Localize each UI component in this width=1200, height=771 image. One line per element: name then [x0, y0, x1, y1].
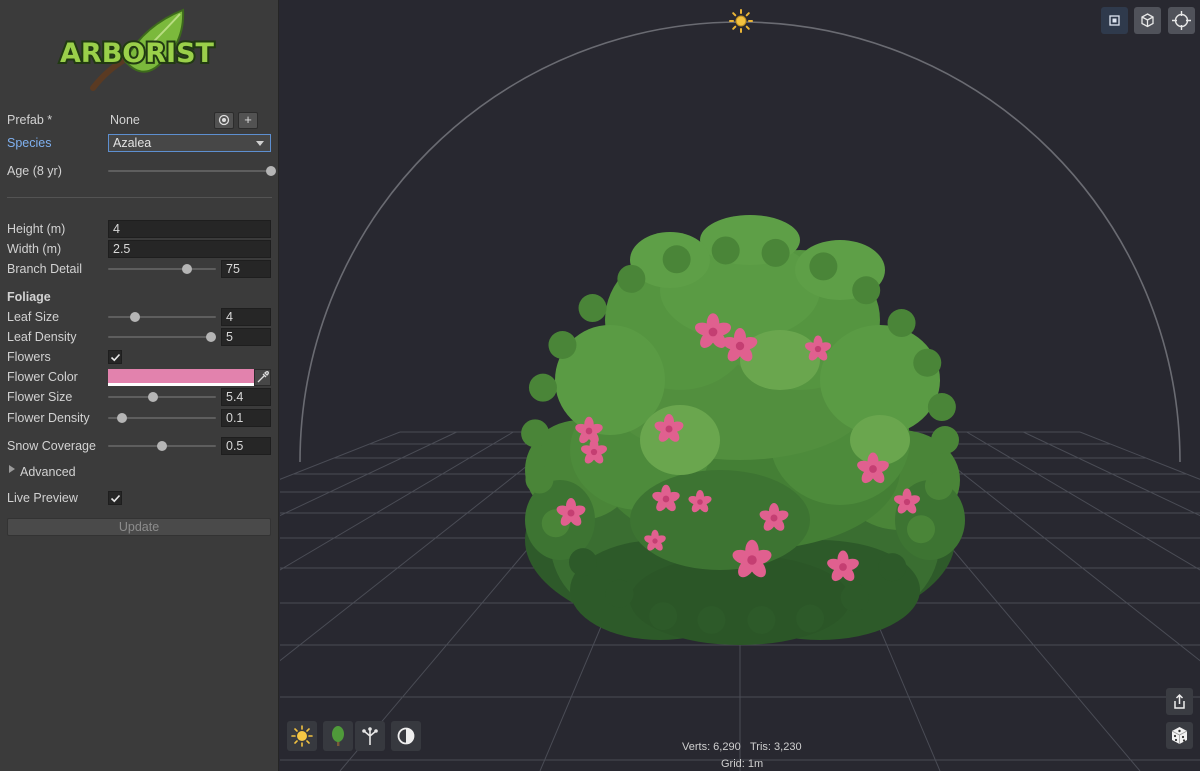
- sun-icon: [291, 725, 313, 747]
- randomize-button[interactable]: [1166, 722, 1193, 749]
- svg-text:ARBORIST: ARBORIST: [60, 38, 215, 69]
- update-button[interactable]: Update: [7, 518, 271, 536]
- leaf-density-field[interactable]: 5: [221, 328, 271, 346]
- advanced-foldout[interactable]: Advanced: [20, 463, 76, 481]
- age-label: Age (8 yr): [7, 164, 62, 178]
- checkmark-icon: [110, 494, 121, 503]
- live-preview-checkbox[interactable]: [108, 491, 122, 505]
- flower-color-swatch[interactable]: [108, 369, 254, 386]
- leaf-size-slider[interactable]: [108, 311, 216, 323]
- flower-size-label: Flower Size: [7, 390, 73, 404]
- recenter-button[interactable]: [1168, 7, 1195, 34]
- flower-density-slider[interactable]: [108, 412, 216, 424]
- triangle-right-icon[interactable]: [8, 465, 16, 473]
- branch-detail-label: Branch Detail: [7, 262, 83, 276]
- flower-density-field[interactable]: 0.1: [221, 409, 271, 427]
- export-button[interactable]: [1166, 688, 1193, 715]
- section-divider: [7, 197, 272, 198]
- checkmark-icon: [110, 353, 121, 362]
- tree-icon: [332, 726, 344, 746]
- frame-view-button[interactable]: [1101, 7, 1128, 34]
- leaf-density-slider-knob[interactable]: [205, 332, 216, 342]
- branches-icon: [362, 727, 378, 745]
- branches-tool-button[interactable]: [355, 721, 385, 751]
- age-slider-knob[interactable]: [266, 166, 276, 176]
- crosshair-icon: [1172, 11, 1191, 30]
- snow-coverage-slider-knob[interactable]: [157, 441, 167, 451]
- species-dropdown[interactable]: Azalea: [108, 134, 271, 152]
- flowers-checkbox[interactable]: [108, 350, 122, 364]
- species-label: Species: [7, 136, 52, 150]
- cube-view-button[interactable]: [1134, 7, 1161, 34]
- lighting-tool-button[interactable]: [287, 721, 317, 751]
- leaf-size-slider-knob[interactable]: [130, 312, 140, 322]
- flower-density-label: Flower Density: [7, 411, 90, 425]
- leaf-density-label: Leaf Density: [7, 330, 77, 344]
- share-icon: [1174, 693, 1185, 709]
- snow-coverage-field[interactable]: 0.5: [221, 437, 271, 455]
- prefab-picker-button[interactable]: [214, 112, 234, 129]
- tree-tool-button[interactable]: [323, 721, 353, 751]
- width-field[interactable]: 2.5: [108, 240, 271, 258]
- chevron-down-icon: [256, 141, 264, 146]
- target-circle-icon: [218, 114, 230, 126]
- height-field[interactable]: 4: [108, 220, 271, 238]
- frame-icon: [1109, 15, 1120, 26]
- vertex-count: Verts: 6,290: [682, 741, 741, 753]
- eyedropper-button[interactable]: [254, 369, 271, 386]
- shading-tool-button[interactable]: [391, 721, 421, 751]
- branch-detail-slider-knob[interactable]: [181, 264, 192, 274]
- dice-icon: [1171, 727, 1188, 744]
- grid-size: Grid: 1m: [721, 758, 764, 770]
- age-slider[interactable]: [108, 165, 276, 177]
- cube-icon: [1141, 13, 1154, 28]
- snow-coverage-label: Snow Coverage: [7, 439, 96, 453]
- flower-size-slider-knob[interactable]: [148, 392, 159, 402]
- azalea-bush: [521, 215, 965, 645]
- triangle-count: Tris: 3,230: [750, 741, 802, 753]
- prefab-add-button[interactable]: +: [238, 112, 258, 129]
- prefab-label: Prefab *: [7, 113, 53, 127]
- branch-detail-slider[interactable]: [108, 263, 216, 275]
- arborist-window: ARBORIST Prefab * None + Species Azalea …: [0, 0, 1200, 771]
- width-label: Width (m): [7, 242, 62, 256]
- leaf-density-slider[interactable]: [108, 331, 216, 343]
- leaf-size-label: Leaf Size: [7, 310, 60, 324]
- leaf-size-field[interactable]: 4: [221, 308, 271, 326]
- flower-color-label: Flower Color: [7, 370, 78, 384]
- flower-size-slider[interactable]: [108, 391, 216, 403]
- inspector-panel: ARBORIST Prefab * None + Species Azalea …: [0, 0, 279, 771]
- sun-icon[interactable]: [729, 9, 753, 33]
- flowers-label: Flowers: [7, 350, 51, 364]
- live-preview-label: Live Preview: [7, 491, 78, 505]
- foliage-header: Foliage: [7, 290, 51, 304]
- half-circle-icon: [397, 727, 415, 745]
- species-value: Azalea: [113, 136, 152, 150]
- scene-canvas[interactable]: [280, 0, 1200, 771]
- height-label: Height (m): [7, 222, 66, 236]
- flower-size-field[interactable]: 5.4: [221, 388, 271, 406]
- eyedropper-icon: [257, 371, 269, 383]
- arborist-logo: ARBORIST: [58, 8, 217, 91]
- flower-density-slider-knob[interactable]: [117, 413, 128, 423]
- prefab-value[interactable]: None: [110, 111, 140, 129]
- snow-coverage-slider[interactable]: [108, 440, 216, 452]
- branch-detail-field[interactable]: 75: [221, 260, 271, 278]
- scene-viewport[interactable]: Verts: 6,290 Tris: 3,230 Grid: 1m: [280, 0, 1200, 771]
